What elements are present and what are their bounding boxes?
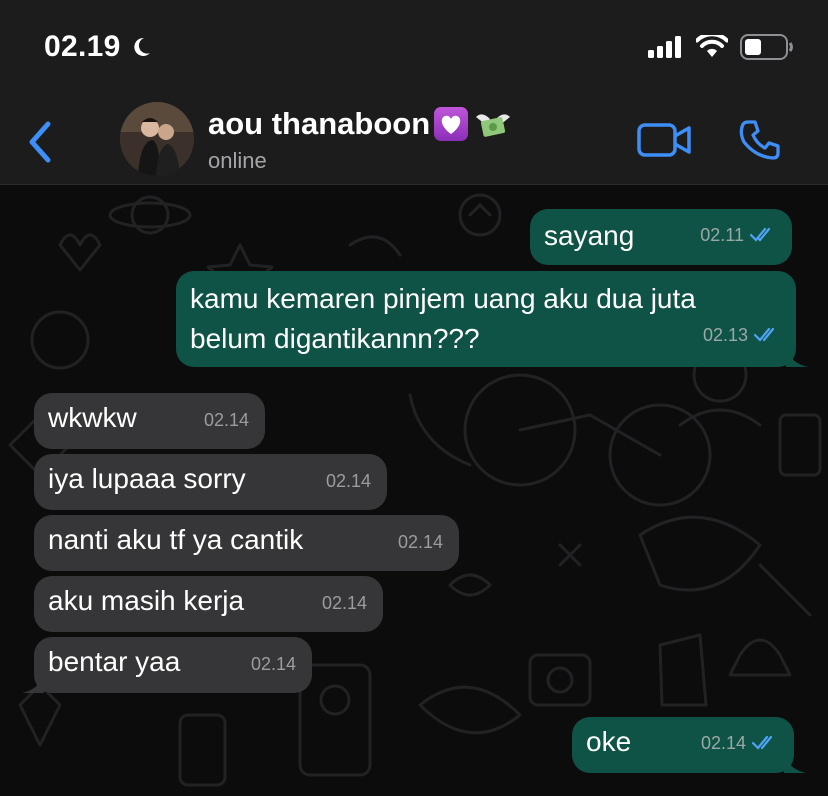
message-meta: 02.14: [204, 399, 249, 441]
wifi-icon: [696, 35, 728, 57]
message-time: 02.14: [700, 733, 746, 753]
message-list[interactable]: sayang 02.11 kamu kemaren pinjem uang ak…: [0, 185, 828, 796]
status-time-text: 02.19: [44, 30, 121, 63]
read-receipt-icon: [754, 327, 775, 342]
message-text: iya lupaaa sorry: [48, 463, 246, 494]
contact-name[interactable]: aou thanaboon: [208, 106, 514, 142]
message-text-line: kamu kemaren pinjem uang aku dua juta: [190, 283, 696, 314]
avatar-photo: [120, 102, 194, 176]
bubble-tail: [784, 753, 806, 773]
message-time: 02.14: [397, 532, 443, 552]
message-text: nanti aku tf ya cantik: [48, 524, 304, 555]
message-bubble-incoming[interactable]: iya lupaaa sorry 02.14: [34, 454, 387, 510]
bubble-tail: [22, 673, 44, 693]
message-text: aku masih kerja: [48, 585, 245, 616]
message-meta: 02.14: [701, 722, 778, 764]
status-bar-time: 02.19: [44, 30, 153, 64]
cellular-signal-icon: [648, 36, 681, 58]
avatar[interactable]: [120, 102, 194, 176]
message-meta: 02.14: [326, 460, 371, 502]
bubble-tail: [786, 347, 808, 367]
message-time: 02.14: [325, 471, 371, 491]
chat-header: 02.19 aou thanaboon online: [0, 0, 828, 185]
money-with-wings-emoji: [476, 114, 511, 137]
message-meta: 02.14: [322, 582, 367, 624]
read-receipt-icon: [752, 735, 773, 750]
status-bar-icons: [648, 34, 794, 60]
message-time: 02.14: [250, 654, 296, 674]
message-bubble-outgoing[interactable]: oke 02.14: [572, 717, 806, 773]
moon-icon: [133, 37, 150, 56]
message-bubble-incoming[interactable]: wkwkw 02.14: [34, 393, 265, 449]
message-time: 02.14: [203, 410, 249, 430]
message-time: 02.14: [321, 593, 367, 613]
read-receipt-icon: [750, 227, 771, 242]
contact-status: online: [208, 148, 267, 173]
battery-icon: [740, 34, 793, 60]
contact-name-text: aou thanaboon: [208, 106, 431, 141]
message-bubble-incoming[interactable]: nanti aku tf ya cantik 02.14: [34, 515, 459, 571]
message-bubble-outgoing[interactable]: kamu kemaren pinjem uang aku dua juta be…: [176, 271, 808, 367]
message-meta: 02.13: [703, 315, 780, 355]
message-meta: 02.14: [398, 521, 443, 563]
phone-call-icon[interactable]: [738, 118, 782, 162]
message-bubble-incoming[interactable]: bentar yaa 02.14: [22, 637, 312, 693]
message-bubble-incoming[interactable]: aku masih kerja 02.14: [34, 576, 383, 632]
video-call-icon[interactable]: [636, 120, 692, 160]
message-text-line: belum digantikannn???: [190, 323, 480, 354]
purple-heart-emoji: [434, 107, 469, 141]
message-meta: 02.14: [251, 643, 296, 685]
message-meta: 02.11: [700, 214, 776, 256]
message-time: 02.11: [700, 225, 744, 245]
back-arrow-icon[interactable]: [22, 118, 58, 166]
message-bubble-outgoing[interactable]: sayang 02.11: [530, 209, 792, 265]
message-time: 02.13: [702, 325, 748, 345]
